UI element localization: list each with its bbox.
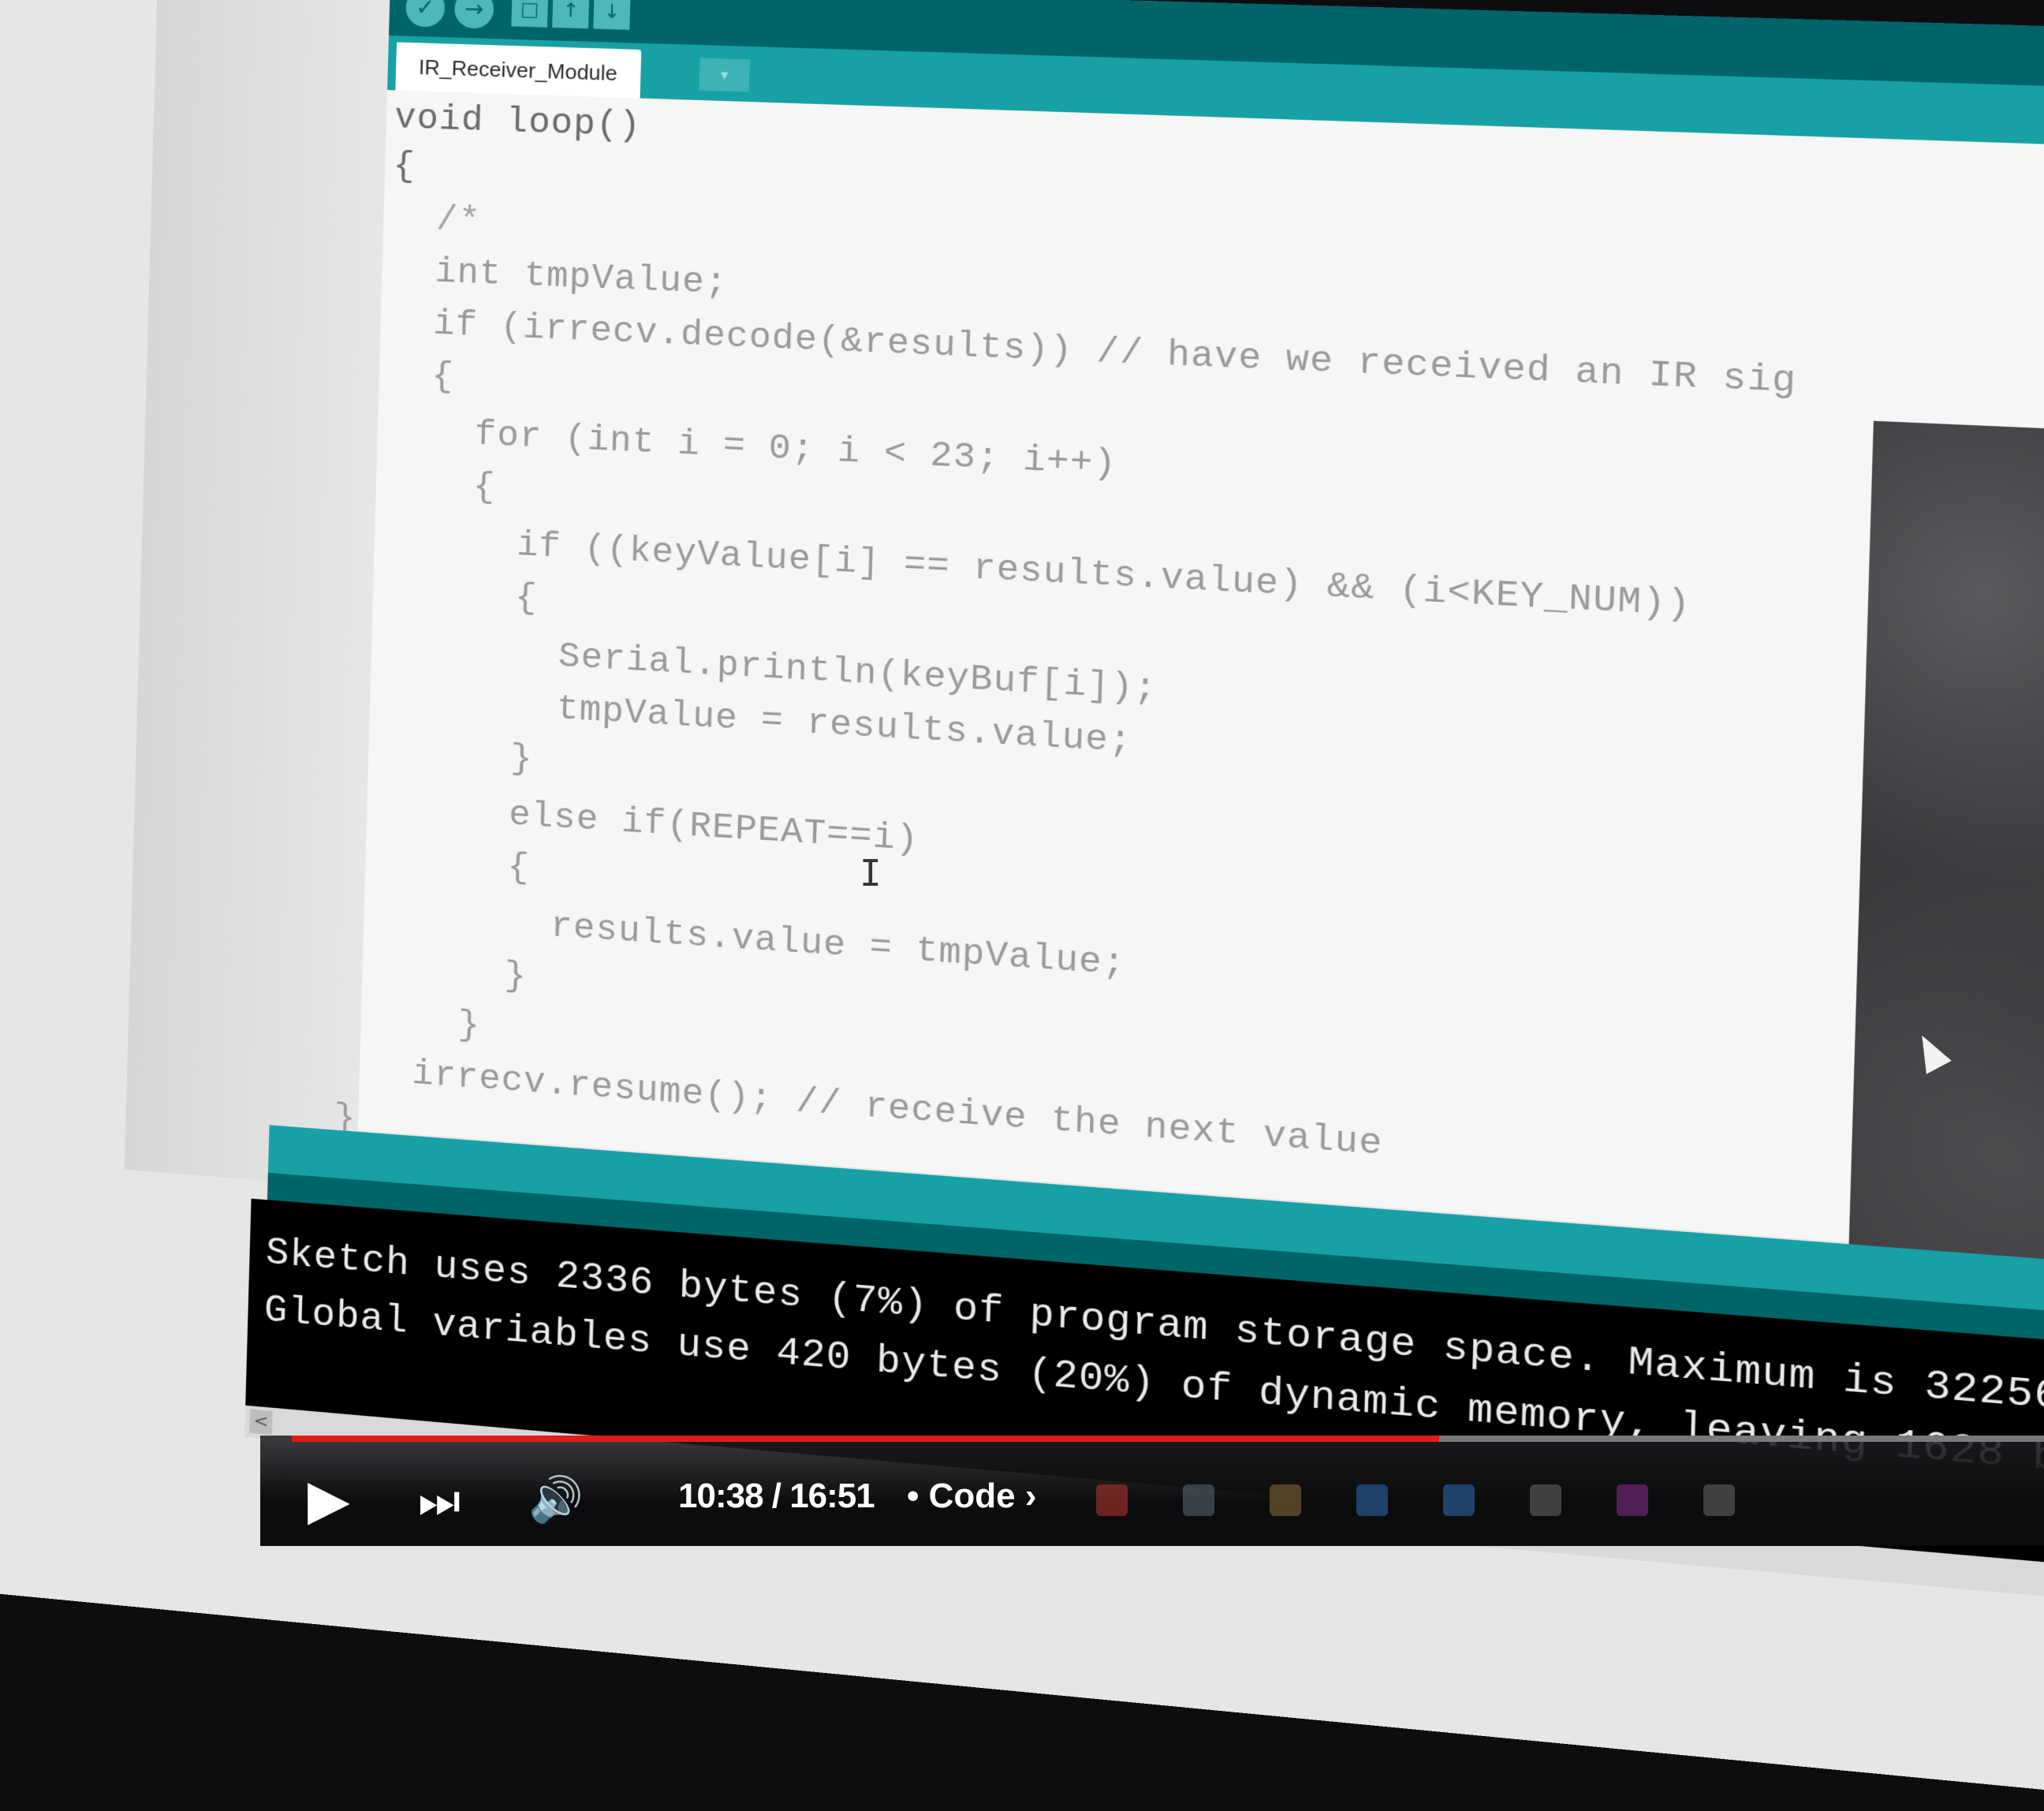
video-webcam-overlay [1848, 420, 2044, 1291]
tab-ir-receiver-module[interactable]: IR_Receiver_Module [395, 42, 642, 99]
time-display: 10:38 / 16:51 [678, 1477, 875, 1515]
taskbar-app-icon [1617, 1484, 1648, 1516]
new-sketch-icon[interactable]: □ [511, 0, 549, 28]
save-sketch-icon[interactable]: ↓ [593, 0, 631, 30]
code-line: { [392, 146, 416, 188]
scroll-left-arrow-icon[interactable]: < [249, 1409, 273, 1436]
taskbar-app-icon [1703, 1484, 1735, 1516]
code-line: void loop() [394, 98, 642, 147]
code-line: if ((keyValue[i] == results.value) && (i… [382, 518, 1692, 627]
progress-bar-fill [292, 1436, 1440, 1442]
code-editor[interactable]: void loop() { /* int tmpValue; if (irrec… [334, 90, 2044, 1272]
code-line: } [368, 999, 481, 1047]
code-line: { [386, 354, 455, 398]
open-sketch-icon[interactable]: ↑ [552, 0, 590, 29]
play-icon[interactable]: ▶ [308, 1467, 350, 1532]
code-line: { [380, 570, 539, 620]
upload-icon[interactable]: → [453, 0, 494, 29]
verify-icon[interactable]: ✓ [405, 0, 446, 28]
code-line: } [370, 947, 528, 998]
taskbar-app-icon [1356, 1484, 1388, 1516]
taskbar-app-icon [1270, 1484, 1301, 1516]
code-line: { [383, 462, 497, 509]
taskbar-app-icon [1443, 1484, 1475, 1516]
video-player-controls: ▶ ⏭ 🔊 10:38 / 16:51 • Code › [260, 1436, 2044, 1546]
code-line: int tmpValue; [390, 250, 729, 304]
text-cursor-icon: I [860, 852, 882, 894]
volume-icon[interactable]: 🔊 [528, 1473, 584, 1525]
tab-menu-button[interactable]: ▾ [699, 58, 750, 92]
taskbar-app-icon [1183, 1484, 1214, 1516]
code-line: /* [391, 198, 482, 242]
next-icon[interactable]: ⏭ [418, 1473, 461, 1529]
code-line: if (irrecv.decode(&results)) // have we … [388, 302, 1798, 404]
taskbar-app-icon [1530, 1484, 1561, 1516]
progress-bar[interactable] [292, 1436, 2044, 1442]
code-line: } [375, 730, 534, 781]
taskbar-app-icon [1096, 1484, 1128, 1516]
chapter-button[interactable]: • Code › [907, 1477, 1037, 1516]
code-line: { [373, 838, 531, 890]
